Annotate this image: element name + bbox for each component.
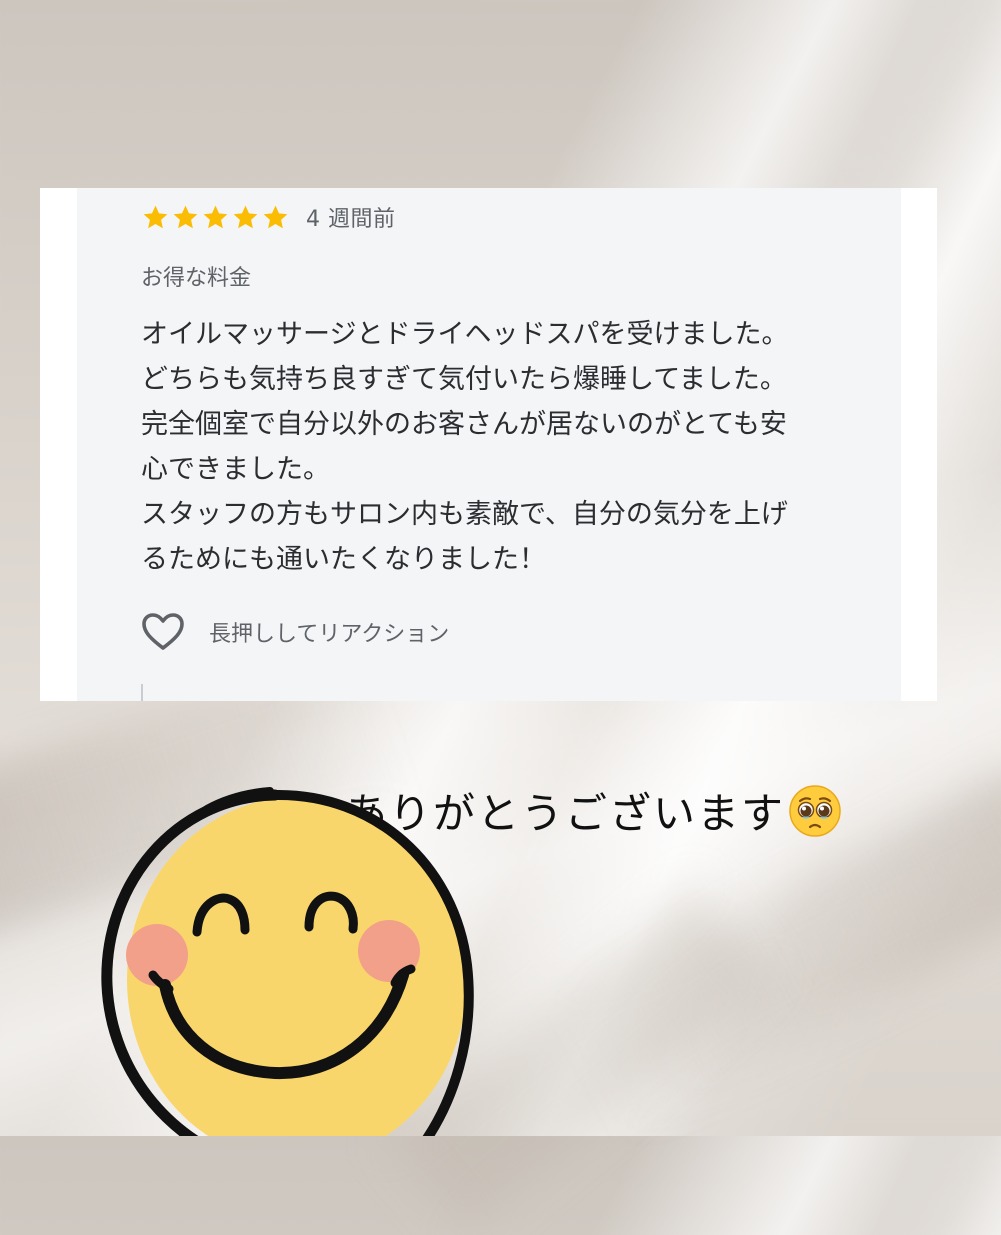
rating-row: 4 週間前 <box>141 202 396 232</box>
review-text-line: どちらも気持ち良すぎて気付いたら爆睡してました。 <box>141 364 787 395</box>
star-rating <box>141 203 290 232</box>
review-screenshot-card: 4 週間前 お得な料金 オイルマッサージとドライヘッドスパを受けました。 どちら… <box>40 188 937 701</box>
star-icon <box>143 205 168 228</box>
smiley-face-icon <box>101 787 474 1136</box>
review-item: 4 週間前 お得な料金 オイルマッサージとドライヘッドスパを受けました。 どちら… <box>77 188 901 701</box>
review-text-line: るためにも通いたくなりました！ <box>141 544 546 575</box>
divider <box>141 684 143 701</box>
review-text-line: スタッフの方もサロン内も素敵で、自分の気分を上げ <box>141 499 788 530</box>
pleading-face-icon <box>789 784 841 837</box>
review-text-line: 完全個室で自分以外のお客さんが居ないのがとても安 <box>141 409 787 440</box>
heart-outline-icon[interactable] <box>141 612 185 652</box>
star-icon <box>233 205 258 228</box>
review-text: オイルマッサージとドライヘッドスパを受けました。 どちらも気持ち良すぎて気付いた… <box>141 312 901 582</box>
review-time: 4 週間前 <box>306 207 396 232</box>
review-text-line: 心できました。 <box>141 454 330 485</box>
review-subtitle: お得な料金 <box>141 266 252 291</box>
star-icon <box>203 205 228 228</box>
star-icon <box>263 205 288 228</box>
reaction-button[interactable]: 長押ししてリアクション <box>141 612 449 652</box>
review-text-line: オイルマッサージとドライヘッドスパを受けました。 <box>141 319 789 350</box>
reaction-label: 長押ししてリアクション <box>209 622 450 647</box>
star-icon <box>173 205 198 228</box>
